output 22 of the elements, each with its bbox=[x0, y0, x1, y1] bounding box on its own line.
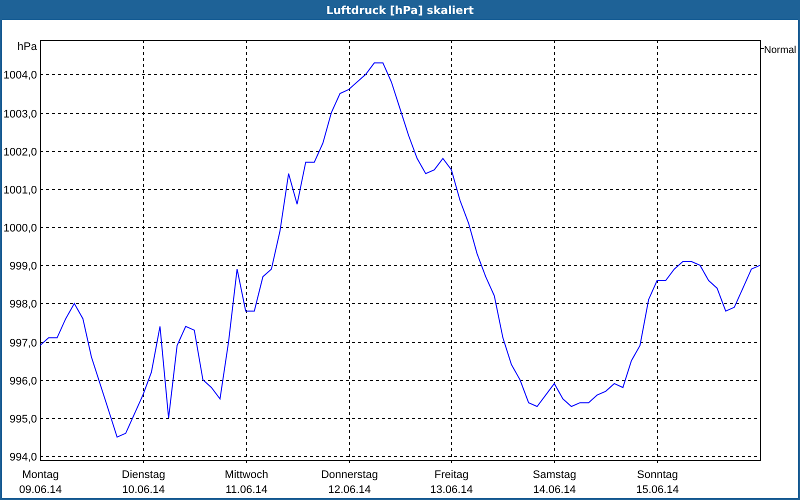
x-axis-label: Montag 09.06.14 bbox=[19, 469, 62, 496]
y-axis-label: 1002,0 bbox=[3, 146, 37, 158]
legend-tick bbox=[760, 48, 764, 49]
x-axis-label: Samstag 14.06.14 bbox=[532, 469, 576, 496]
y-axis-label: 1000,0 bbox=[3, 222, 37, 234]
x-axis-label: Mittwoch 11.06.14 bbox=[224, 469, 268, 496]
x-axis-label: Donnerstag 12.06.14 bbox=[321, 469, 378, 496]
x-axis-label: Dienstag 10.06.14 bbox=[122, 469, 166, 496]
y-axis-unit: hPa bbox=[17, 41, 37, 53]
y-axis-label: 995,0 bbox=[9, 414, 37, 426]
y-axis-label: 1004,0 bbox=[3, 70, 37, 82]
y-axis-label: 999,0 bbox=[9, 260, 37, 272]
legend-label: Normal bbox=[764, 45, 796, 56]
y-axis-label: 996,0 bbox=[9, 376, 37, 388]
y-axis-label: 997,0 bbox=[9, 338, 37, 350]
window-title: Luftdruck [hPa] skaliert bbox=[0, 0, 800, 20]
y-axis-label: 1001,0 bbox=[3, 184, 37, 196]
y-axis-label: 1003,0 bbox=[3, 108, 37, 120]
y-axis-label: 998,0 bbox=[9, 298, 37, 310]
x-axis-label: Freitag 13.06.14 bbox=[430, 469, 473, 496]
y-axis-label: 994,0 bbox=[9, 452, 37, 464]
x-axis-label: Sonntag 15.06.14 bbox=[636, 469, 679, 496]
